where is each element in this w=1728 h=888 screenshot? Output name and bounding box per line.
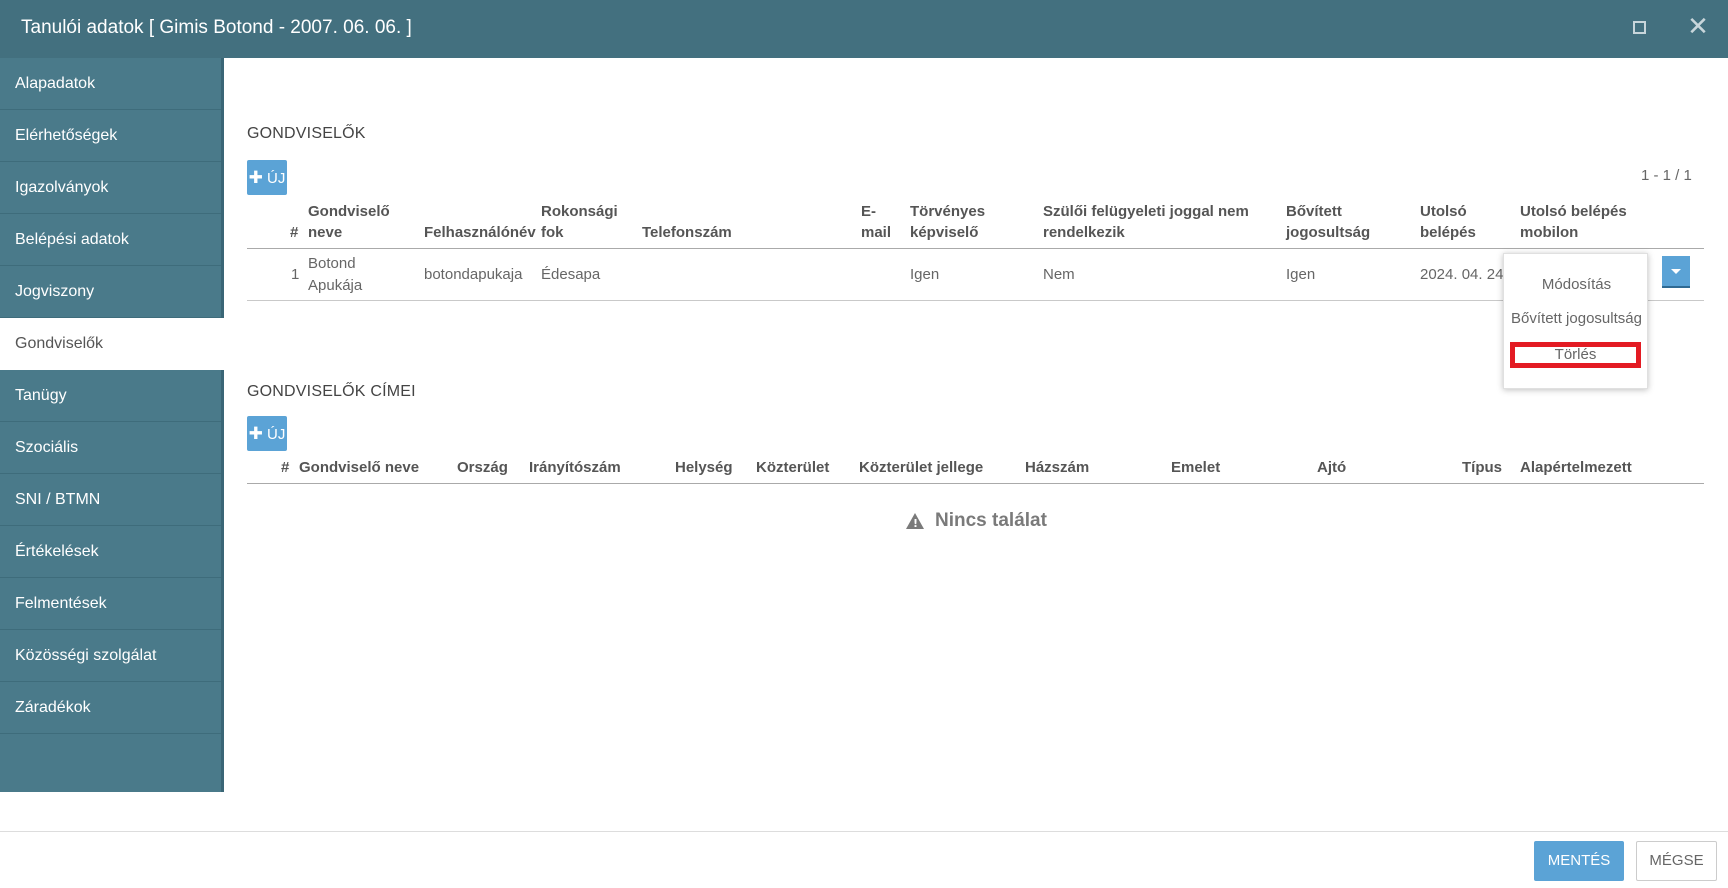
addr-col-house-no: Házszám	[1025, 459, 1090, 476]
row-relation: Édesapa	[541, 266, 601, 283]
sidebar-item-igazolvanyok[interactable]: Igazolványok	[0, 162, 221, 214]
col-extended-1: Bővített	[1286, 203, 1342, 220]
caret-down-icon	[1671, 269, 1681, 274]
row-extended: Igen	[1286, 266, 1316, 283]
addr-col-zip: Irányítószám	[529, 459, 621, 476]
col-legal-rep-2: képviselő	[910, 224, 979, 241]
addr-col-num: #	[281, 459, 290, 476]
col-last-login-2: belépés	[1420, 224, 1476, 241]
menu-item-bovitett-jogosultsag[interactable]: Bővített jogosultság	[1504, 310, 1649, 327]
addresses-section-title: GONDVISELŐK CÍMEI	[247, 383, 416, 400]
add-address-button[interactable]: ✚ ÚJ	[247, 416, 287, 451]
col-last-login-1: Utolsó	[1420, 203, 1467, 220]
addr-col-city: Helység	[675, 459, 733, 476]
addr-col-floor: Emelet	[1171, 459, 1221, 476]
sidebar-item-elerhetosegek[interactable]: Elérhetőségek	[0, 110, 221, 162]
row-name-1: Botond	[308, 255, 356, 272]
sidebar-item-szocialis[interactable]: Szociális	[0, 422, 221, 474]
close-icon[interactable]: ✕	[1686, 14, 1710, 40]
sidebar-item-kozossegi-szolgalat[interactable]: Közösségi szolgálat	[0, 630, 221, 682]
no-result-text: Nincs találat	[935, 510, 1047, 531]
add-guardian-label: ÚJ	[267, 170, 286, 187]
row-actions-button[interactable]	[1662, 256, 1690, 288]
addr-col-country: Ország	[457, 459, 508, 476]
dialog-footer	[0, 831, 1728, 888]
addr-col-type: Típus	[1462, 459, 1502, 476]
row-actions-menu: Módosítás Bővített jogosultság Törlés	[1503, 253, 1648, 389]
sidebar-item-tanugy[interactable]: Tanügy	[0, 370, 221, 422]
col-relation-1: Rokonsági	[541, 203, 618, 220]
row-last-login: 2024. 04. 24	[1420, 266, 1504, 283]
addr-col-default: Alapértelmezett	[1520, 459, 1632, 476]
addr-col-name: Gondviselő neve	[299, 459, 420, 476]
col-email-1: E-	[861, 203, 876, 220]
col-phone: Telefonszám	[642, 224, 732, 241]
row-no-custody: Nem	[1043, 266, 1075, 283]
sidebar-item-jogviszony[interactable]: Jogviszony	[0, 266, 221, 318]
col-no-custody-1: Szülői felügyeleti joggal nem	[1043, 203, 1249, 220]
addr-col-street: Közterület	[756, 459, 830, 476]
add-address-label: ÚJ	[267, 426, 286, 443]
add-guardian-button[interactable]: ✚ ÚJ	[247, 160, 287, 195]
row-num: 1	[291, 266, 300, 283]
sidebar-item-zaradekok[interactable]: Záradékok	[0, 682, 221, 734]
window-title: Tanulói adatok [ Gimis Botond - 2007. 06…	[21, 17, 412, 38]
sidebar-item-felmentesek[interactable]: Felmentések	[0, 578, 221, 630]
row-username: botondapukaja	[424, 266, 523, 283]
menu-item-modositas[interactable]: Módosítás	[1504, 276, 1649, 293]
plus-icon: ✚	[248, 424, 263, 443]
col-last-mobile-2: mobilon	[1520, 224, 1579, 241]
cancel-button[interactable]: MÉGSE	[1636, 841, 1717, 881]
pager-text: 1 - 1 / 1	[1641, 167, 1692, 184]
col-name-1: Gondviselő	[308, 203, 390, 220]
guardians-row-divider	[247, 300, 1704, 301]
save-button[interactable]: MENTÉS	[1534, 841, 1624, 881]
sidebar-item-ertekelesek[interactable]: Értékelések	[0, 526, 221, 578]
maximize-icon[interactable]	[1633, 21, 1646, 34]
col-email-2: mail	[861, 224, 892, 241]
plus-icon: ✚	[248, 168, 263, 187]
warning-icon: !	[906, 513, 924, 530]
col-extended-2: jogosultság	[1286, 224, 1371, 241]
menu-item-torles[interactable]: Törlés	[1510, 342, 1641, 368]
col-legal-rep-1: Törvényes	[910, 203, 986, 220]
window-titlebar: Tanulói adatok [ Gimis Botond - 2007. 06…	[0, 0, 1728, 58]
addr-col-door: Ajtó	[1317, 459, 1347, 476]
row-legal-rep: Igen	[910, 266, 940, 283]
sidebar-item-sni-btmn[interactable]: SNI / BTMN	[0, 474, 221, 526]
sidebar-item-alapadatok[interactable]: Alapadatok	[0, 58, 221, 110]
col-name-2: neve	[308, 224, 343, 241]
col-num: #	[290, 224, 299, 241]
guardians-section-title: GONDVISELŐK	[247, 125, 366, 142]
col-last-mobile-1: Utolsó belépés	[1520, 203, 1627, 220]
sidebar-item-belepesi-adatok[interactable]: Belépési adatok	[0, 214, 221, 266]
addr-col-street-type: Közterület jellege	[859, 459, 984, 476]
row-name-2: Apukája	[308, 277, 363, 294]
col-username: Felhasználónév	[424, 224, 536, 241]
sidebar: Alapadatok Elérhetőségek Igazolványok Be…	[0, 58, 224, 792]
guardians-header-divider	[247, 248, 1704, 249]
addresses-header-divider	[247, 483, 1704, 484]
sidebar-item-gondviselok[interactable]: Gondviselők	[0, 318, 224, 370]
col-relation-2: fok	[541, 224, 564, 241]
col-no-custody-2: rendelkezik	[1043, 224, 1125, 241]
